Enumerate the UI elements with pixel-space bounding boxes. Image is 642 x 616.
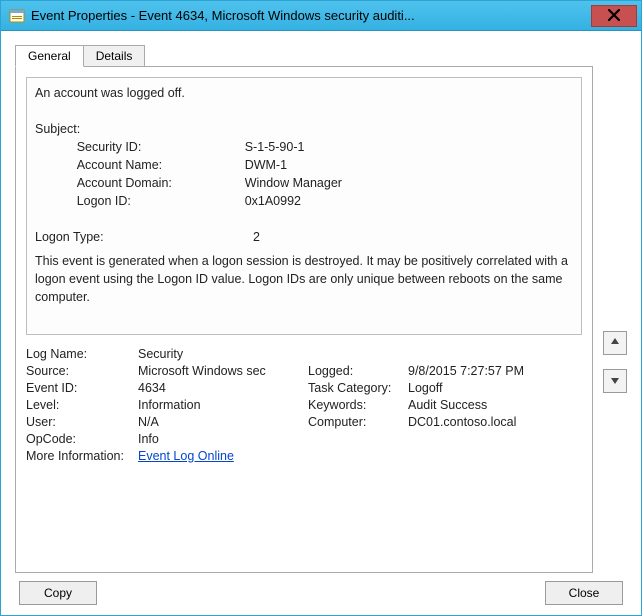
computer-value: DC01.contoso.local xyxy=(408,415,566,429)
opcode-value: Info xyxy=(138,432,566,446)
logon-id-label: Logon ID: xyxy=(77,192,245,210)
opcode-label: OpCode: xyxy=(26,432,138,446)
logon-id-value: 0x1A0992 xyxy=(245,194,301,208)
nav-buttons xyxy=(603,331,627,393)
logged-label: Logged: xyxy=(308,364,408,378)
subject-heading: Subject: xyxy=(35,120,573,138)
keywords-value: Audit Success xyxy=(408,398,566,412)
tab-details[interactable]: Details xyxy=(83,45,146,67)
arrow-up-icon xyxy=(610,336,620,350)
logged-value: 9/8/2015 7:27:57 PM xyxy=(408,364,566,378)
log-name-value: Security xyxy=(138,347,566,361)
tab-panel-general: An account was logged off. Subject: Secu… xyxy=(15,66,593,573)
close-button[interactable]: Close xyxy=(545,581,623,605)
tab-container: General Details An account was logged of… xyxy=(15,43,593,573)
source-value: Microsoft Windows sec xyxy=(138,364,308,378)
user-value: N/A xyxy=(138,415,308,429)
level-label: Level: xyxy=(26,398,138,412)
logon-type-label: Logon Type: xyxy=(35,228,253,246)
titlebar: Event Properties - Event 4634, Microsoft… xyxy=(1,1,641,31)
tab-strip: General Details xyxy=(15,43,593,66)
task-category-value: Logoff xyxy=(408,381,566,395)
tab-general[interactable]: General xyxy=(15,45,84,67)
more-info-label: More Information: xyxy=(26,449,138,463)
account-name-label: Account Name: xyxy=(77,156,245,174)
window-title: Event Properties - Event 4634, Microsoft… xyxy=(31,8,591,23)
source-label: Source: xyxy=(26,364,138,378)
event-log-online-link[interactable]: Event Log Online xyxy=(138,449,234,463)
account-name-value: DWM-1 xyxy=(245,158,287,172)
account-domain-value: Window Manager xyxy=(245,176,342,190)
prev-event-button[interactable] xyxy=(603,331,627,355)
window-close-button[interactable] xyxy=(591,5,637,27)
event-id-label: Event ID: xyxy=(26,381,138,395)
event-description[interactable]: An account was logged off. Subject: Secu… xyxy=(26,77,582,335)
dialog-footer: Copy Close xyxy=(15,573,627,605)
account-domain-label: Account Domain: xyxy=(77,174,245,192)
keywords-label: Keywords: xyxy=(308,398,408,412)
close-icon xyxy=(608,8,620,24)
event-properties-window: Event Properties - Event 4634, Microsoft… xyxy=(0,0,642,616)
desc-summary: An account was logged off. xyxy=(35,84,573,102)
event-properties-grid: Log Name: Security Source: Microsoft Win… xyxy=(26,347,582,463)
client-area: General Details An account was logged of… xyxy=(1,31,641,615)
user-label: User: xyxy=(26,415,138,429)
logon-type-value: 2 xyxy=(253,230,260,244)
computer-label: Computer: xyxy=(308,415,408,429)
arrow-down-icon xyxy=(610,374,620,388)
log-name-label: Log Name: xyxy=(26,347,138,361)
copy-button[interactable]: Copy xyxy=(19,581,97,605)
app-icon xyxy=(9,8,25,24)
next-event-button[interactable] xyxy=(603,369,627,393)
task-category-label: Task Category: xyxy=(308,381,408,395)
event-id-value: 4634 xyxy=(138,381,308,395)
level-value: Information xyxy=(138,398,308,412)
desc-explanation: This event is generated when a logon ses… xyxy=(35,252,573,306)
security-id-value: S-1-5-90-1 xyxy=(245,140,305,154)
security-id-label: Security ID: xyxy=(77,138,245,156)
